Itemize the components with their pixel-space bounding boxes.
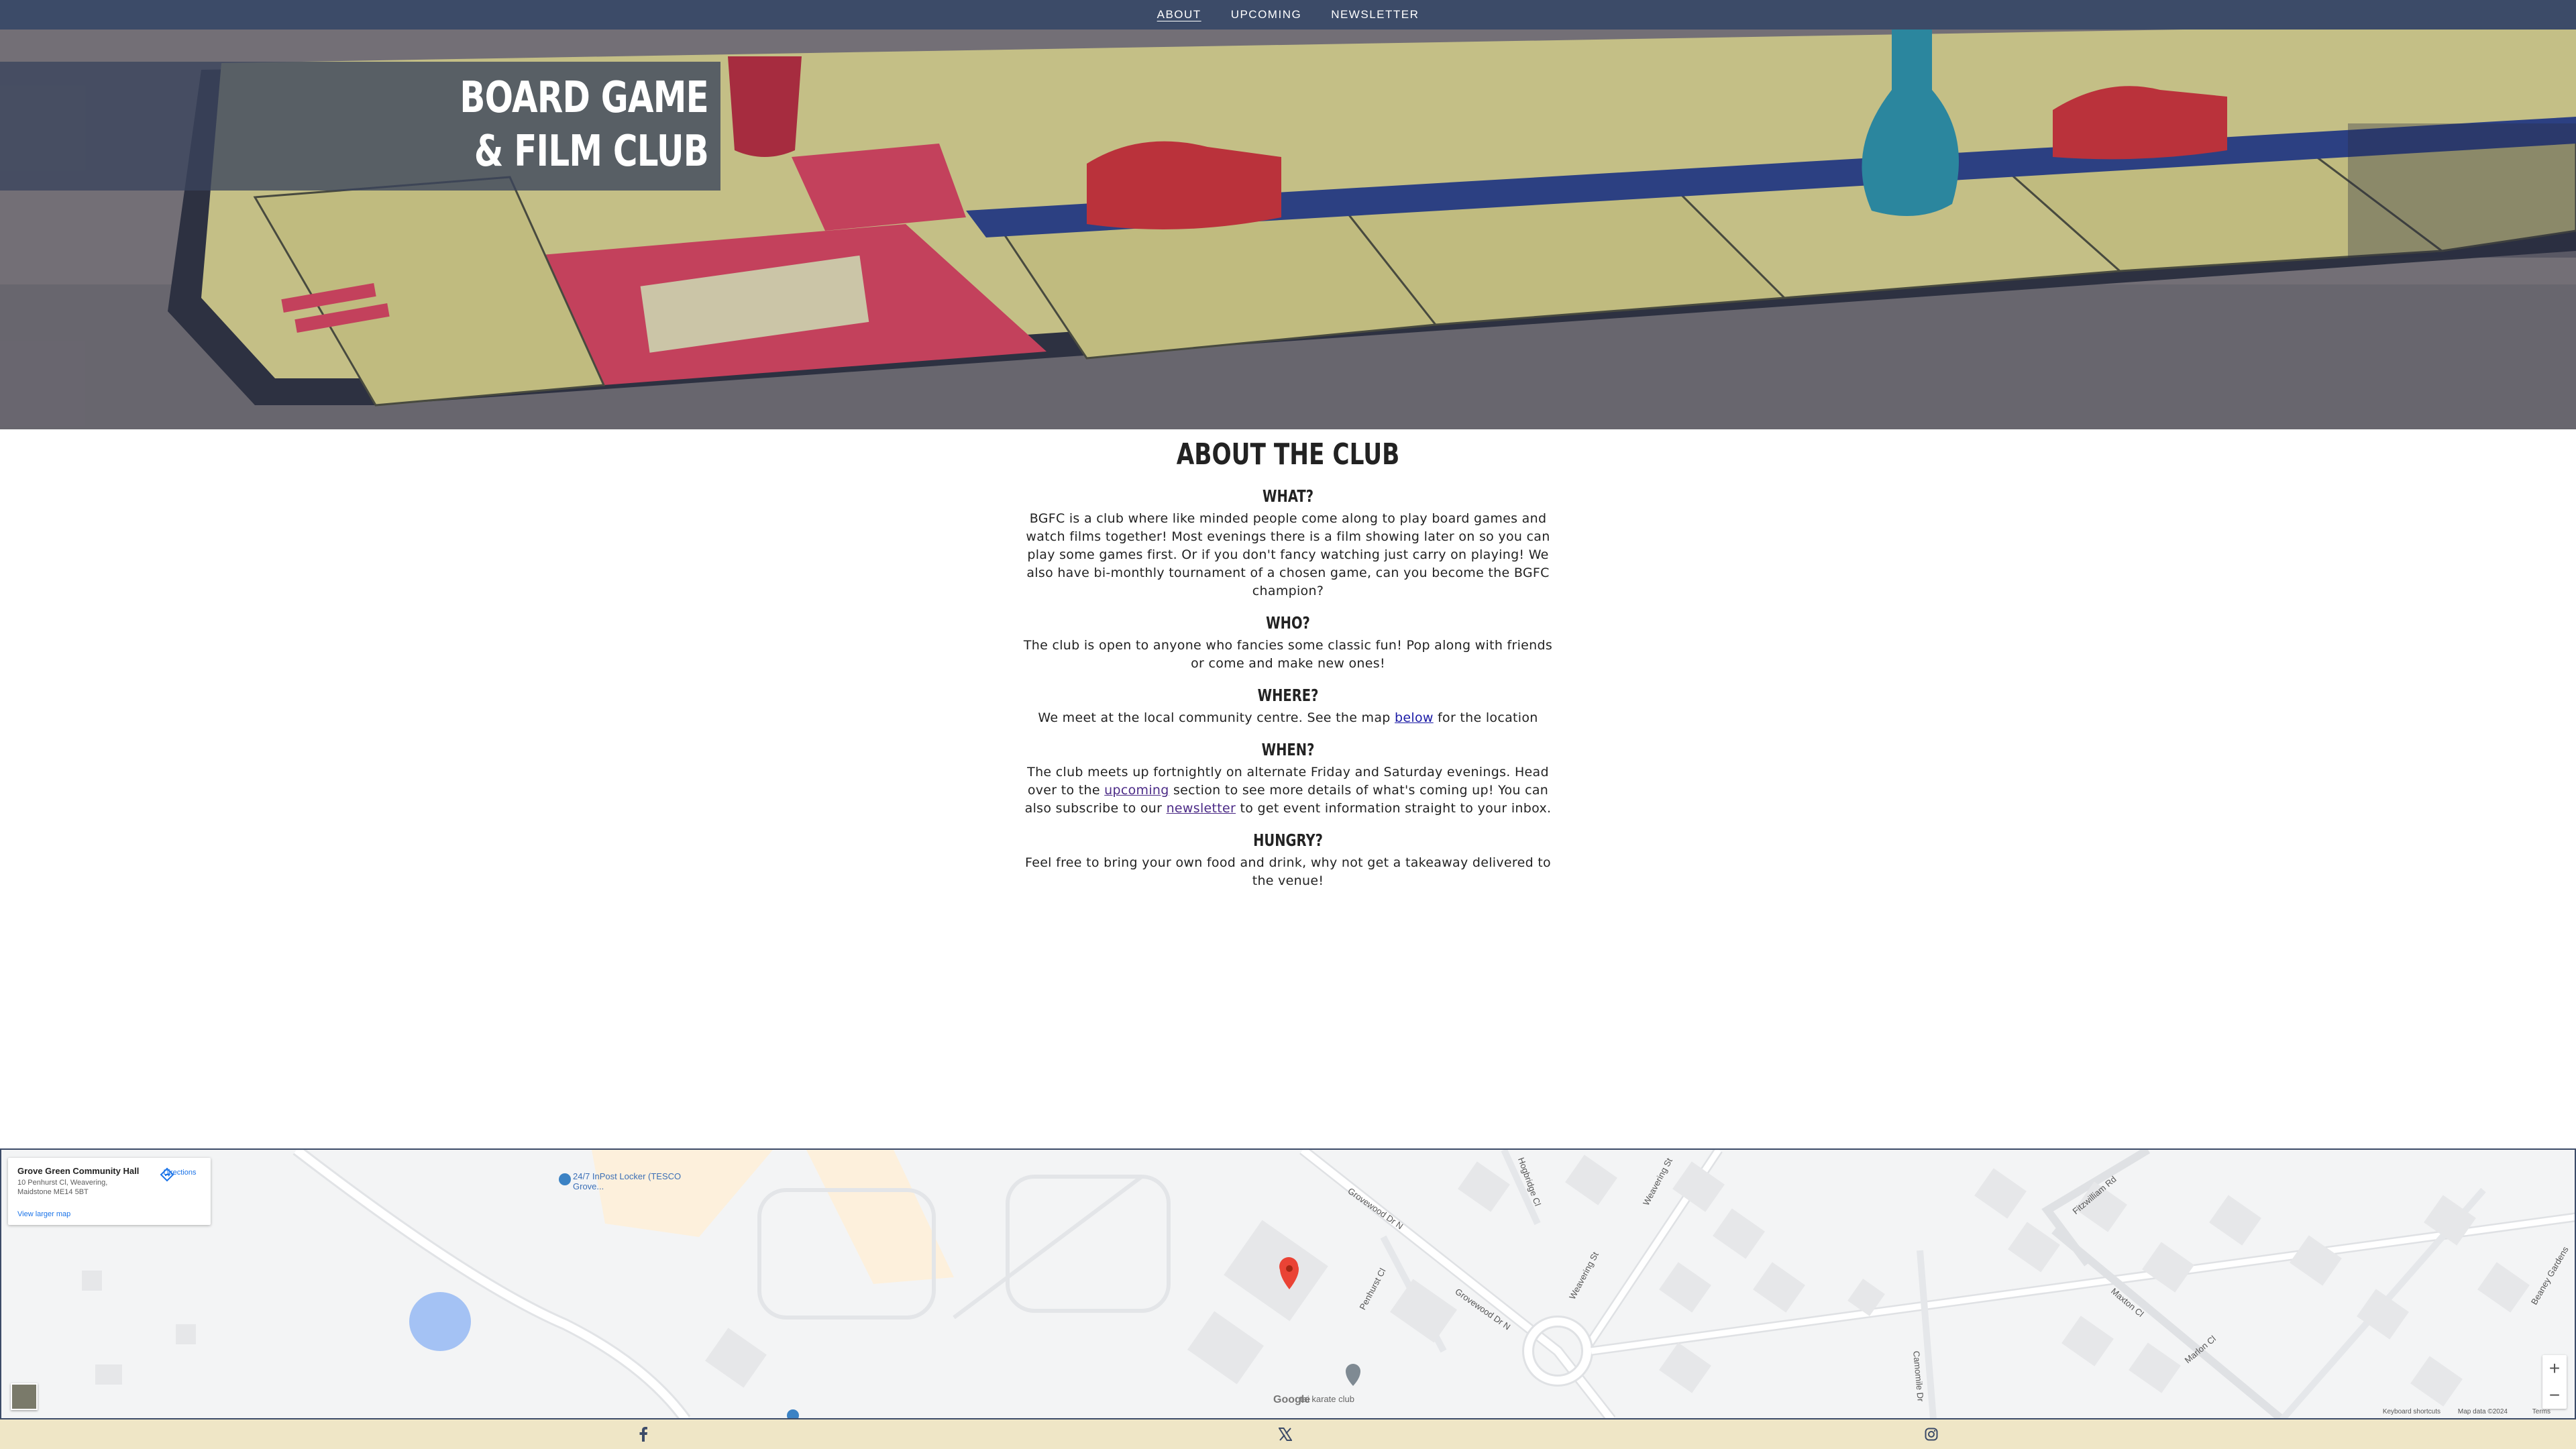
where-text: We meet at the local community centre. S… (1017, 709, 1559, 727)
hungry-heading: HUNGRY? (1253, 830, 1323, 850)
where-text-end: for the location (1433, 710, 1538, 725)
top-nav: ABOUT UPCOMING NEWSLETTER (0, 0, 2576, 30)
site-title-line-2: & FILM CLUB (474, 127, 709, 176)
about-section: ABOUT THE CLUB WHAT? BGFC is a club wher… (1017, 436, 1559, 890)
map-place-name: Grove Green Community Hall (17, 1166, 140, 1176)
directions-icon (160, 1167, 174, 1182)
directions-button[interactable]: Directions (160, 1167, 200, 1182)
when-heading: WHEN? (1261, 740, 1315, 759)
when-text-part-3: to get event information straight to you… (1236, 801, 1552, 816)
when-text: The club meets up fortnightly on alterna… (1017, 763, 1559, 818)
who-heading: WHO? (1266, 613, 1310, 633)
zoom-out-button[interactable]: − (2542, 1382, 2567, 1409)
instagram-icon (1925, 1428, 1938, 1441)
map-place-address: 10 Penhurst Cl, Weavering, Maidstone ME1… (17, 1179, 108, 1196)
view-larger-map-link[interactable]: View larger map (17, 1210, 70, 1218)
hungry-text: Feel free to bring your own food and dri… (1025, 855, 1551, 888)
map-poi-inpost[interactable]: 24/7 InPost Locker (TESCO Grove... (573, 1171, 694, 1191)
map-data-attribution: Map data ©2024 (2457, 1408, 2508, 1415)
social-footer (0, 1418, 2576, 1449)
upcoming-link[interactable]: upcoming (1104, 783, 1169, 798)
keyboard-shortcuts-link[interactable]: Keyboard shortcuts (2383, 1408, 2440, 1415)
site-title-line-1: BOARD GAME (460, 73, 708, 123)
x-icon (1279, 1428, 1292, 1441)
nav-about[interactable]: ABOUT (1153, 5, 1205, 24)
zoom-controls: + − (2542, 1355, 2567, 1409)
where-text-start: We meet at the local community centre. S… (1038, 710, 1395, 725)
where-heading: WHERE? (1257, 686, 1319, 705)
location-map[interactable]: Grove Green Community Hall 10 Penhurst C… (0, 1148, 2576, 1418)
nav-newsletter[interactable]: NEWSLETTER (1327, 5, 1423, 24)
map-place-card: Grove Green Community Hall 10 Penhurst C… (8, 1158, 211, 1225)
satellite-toggle[interactable] (11, 1383, 38, 1410)
facebook-link[interactable] (635, 1426, 651, 1442)
google-logo: Google (1273, 1394, 1311, 1405)
facebook-icon (639, 1427, 647, 1442)
zoom-in-button[interactable]: + (2542, 1355, 2567, 1382)
x-link[interactable] (1277, 1426, 1293, 1442)
map-tiles[interactable] (1, 1150, 2576, 1418)
map-terms-link[interactable]: Terms (2532, 1408, 2551, 1415)
newsletter-link[interactable]: newsletter (1167, 801, 1236, 816)
what-heading: WHAT? (1262, 486, 1314, 506)
site-title-box: BOARD GAME & FILM CLUB (0, 62, 720, 191)
who-text: The club is open to anyone who fancies s… (1023, 638, 1553, 671)
what-text: BGFC is a club where like minded people … (1026, 511, 1550, 598)
nav-upcoming[interactable]: UPCOMING (1227, 5, 1306, 24)
about-heading: ABOUT THE CLUB (1176, 437, 1400, 472)
instagram-link[interactable] (1923, 1426, 1939, 1442)
hero-banner: BOARD GAME & FILM CLUB (0, 30, 2576, 429)
below-link[interactable]: below (1395, 710, 1434, 725)
